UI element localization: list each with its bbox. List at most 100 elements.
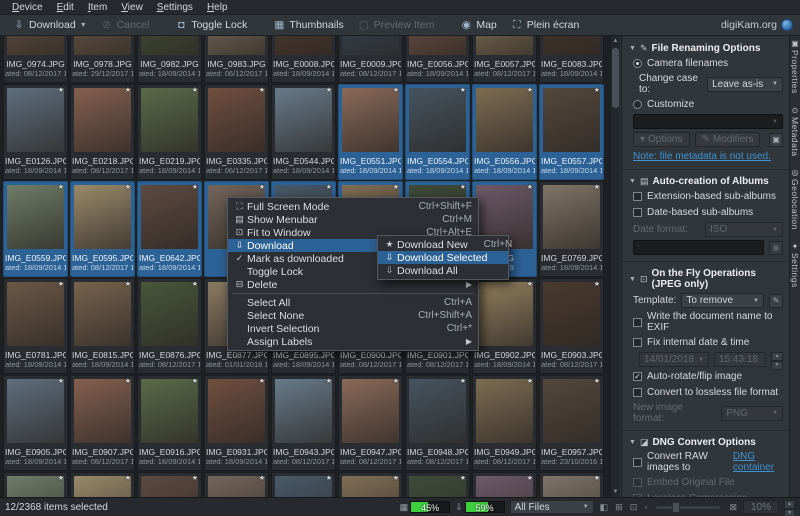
thumbnail-cell[interactable]: ★IMG_E0551.JPGated: 18/09/2014 15: [338, 84, 403, 180]
toolbar-toggle-lock-button[interactable]: ◘Toggle Lock: [169, 17, 253, 33]
thumbnail-cell[interactable]: ★IMG_E0557.JPGated: 18/09/2014 15: [539, 84, 604, 180]
radio-icon[interactable]: [633, 59, 642, 68]
thumbnail-cell[interactable]: ★IMG_0983.JPGated: 06/12/2017 18: [204, 36, 269, 83]
file-filter-select[interactable]: All Files ▼: [510, 500, 594, 514]
section-file-renaming[interactable]: ▼ ✎ File Renaming Options: [629, 43, 783, 54]
thumbnail-size-slider[interactable]: [656, 506, 720, 509]
menu-item-invert-selection[interactable]: Invert SelectionCtrl+*: [228, 322, 478, 335]
date-format-input[interactable]: [633, 240, 764, 255]
menu-item-show-menubar[interactable]: ▤Show MenubarCtrl+M: [228, 213, 478, 226]
thumbnail-cell[interactable]: ★IMG_E0083.JPGated: 18/09/2014 15: [539, 36, 604, 83]
thumbnail-cell[interactable]: ★IMG_E0218.JPGated: 08/12/2017 18: [70, 84, 135, 180]
thumbnail-cell[interactable]: ★: [338, 472, 403, 497]
menubar-item-view[interactable]: View: [115, 1, 149, 14]
toolbar-download-button[interactable]: ⇩Download▼: [7, 17, 93, 33]
thumbnail-cell[interactable]: ★IMG_E0769.JPGated: 18/09/2014 15: [539, 181, 604, 277]
slider-thumb[interactable]: [672, 502, 680, 513]
thumbnail-cell[interactable]: ★IMG_E0931.JPGated: 18/09/2014 15: [204, 375, 269, 471]
thumbnail-cell[interactable]: ★IMG_E0903.JPGated: 08/12/2017 18: [539, 278, 604, 374]
grid-scrollbar[interactable]: ▲ ▼: [610, 36, 620, 497]
thumbnail-cell[interactable]: ★IMG_E0057.JPGated: 08/12/2017 18: [472, 36, 537, 83]
menu-item-full-screen-mode[interactable]: ⛶Full Screen ModeCtrl+Shift+F: [228, 200, 478, 213]
section-auto-albums[interactable]: ▼ ▤ Auto-creation of Albums: [629, 176, 783, 187]
thumbnail-cell[interactable]: ★IMG_E0056.JPGated: 18/09/2014 15: [405, 36, 470, 83]
checkbox-icon[interactable]: [633, 318, 642, 327]
zoom-fit-icon[interactable]: ◧: [599, 502, 610, 513]
thumbnail-cell[interactable]: ★IMG_E0126.JPGated: 18/09/2014 15: [3, 84, 68, 180]
thumbnail-cell[interactable]: ★IMG_E0949.JPGated: 08/12/2017 18: [472, 375, 537, 471]
ext-subalbums-row[interactable]: Extension-based sub-albums: [633, 190, 783, 203]
checkbox-icon[interactable]: [633, 208, 642, 217]
metadata-note-link[interactable]: Note: file metadata is not used.: [633, 151, 771, 162]
spin-up-icon[interactable]: ▲: [784, 500, 795, 509]
radio-icon[interactable]: [633, 100, 642, 109]
thumbnail-cell[interactable]: ★IMG_E0008.JPGated: 18/09/2014 15: [271, 36, 336, 83]
rename-help-button[interactable]: ▣: [769, 133, 783, 147]
tab-properties[interactable]: ▣Properties: [790, 39, 800, 94]
date-subalbums-row[interactable]: Date-based sub-albums: [633, 206, 783, 219]
menubar-item-edit[interactable]: Edit: [51, 1, 80, 14]
menu-item-assign-labels[interactable]: Assign Labels▶: [228, 335, 478, 348]
new-format-select[interactable]: PNG ▼: [721, 406, 783, 421]
thumbnail-cell[interactable]: ★: [271, 472, 336, 497]
rename-pattern-input[interactable]: ▼: [633, 114, 783, 129]
menu-item-download-new[interactable]: ★Download NewCtrl+N: [378, 238, 508, 251]
thumbnail-cell[interactable]: ★IMG_E0009.JPGated: 08/12/2017 18: [338, 36, 403, 83]
menu-item-download-selected[interactable]: ⇩Download Selected: [378, 251, 508, 264]
spin-down-icon[interactable]: ▼: [784, 509, 795, 516]
thumbnail-cell[interactable]: ★IMG_E0595.JPGated: 08/12/2017 18: [70, 181, 135, 277]
autorotate-row[interactable]: ✓ Auto-rotate/flip image: [633, 370, 783, 383]
thumbnail-cell[interactable]: ★: [70, 472, 135, 497]
thumbnail-cell[interactable]: ★IMG_E0815.JPGated: 18/09/2014 15: [70, 278, 135, 374]
zoom-select-icon[interactable]: ⊠: [728, 502, 738, 513]
time-spinner[interactable]: 15:43:18: [714, 352, 766, 367]
template-select[interactable]: To remove ▼: [681, 293, 764, 308]
thumbnail-cell[interactable]: ★IMG_E0642.JPGated: 18/09/2014 15: [137, 181, 202, 277]
thumbnail-cell[interactable]: ★IMG_E0905.JPGated: 18/09/2014 15: [3, 375, 68, 471]
date-format-select[interactable]: ISO ▼: [705, 222, 783, 237]
customize-radio-row[interactable]: Customize: [633, 98, 783, 111]
date-format-help-button[interactable]: ▣: [769, 241, 783, 255]
thumbnail-cell[interactable]: ★IMG_E0554.JPGated: 18/09/2014 15: [405, 84, 470, 180]
spin-down-icon[interactable]: ▼: [771, 361, 783, 370]
menubar-item-help[interactable]: Help: [201, 1, 234, 14]
checkbox-icon[interactable]: [633, 458, 642, 467]
tab-geolocation[interactable]: ◎Geolocation: [790, 168, 800, 230]
thumbnail-cell[interactable]: ★: [204, 472, 269, 497]
options-button[interactable]: ▾ Options: [633, 132, 690, 147]
template-edit-button[interactable]: ✎: [769, 294, 783, 308]
scroll-down-icon[interactable]: ▼: [611, 487, 620, 497]
menubar-item-device[interactable]: Device: [6, 1, 49, 14]
menu-item-select-all[interactable]: Select AllCtrl+A: [228, 296, 478, 309]
toolbar-plein-cran-button[interactable]: ⛶Plein écran: [505, 17, 586, 33]
menu-item-select-none[interactable]: Select NoneCtrl+Shift+A: [228, 309, 478, 322]
camera-filenames-radio-row[interactable]: Camera filenames: [633, 57, 783, 70]
thumbnail-cell[interactable]: ★IMG_0982.JPGated: 18/09/2014 15: [137, 36, 202, 83]
checkbox-icon[interactable]: [633, 478, 642, 487]
exif-docname-row[interactable]: Write the document name to EXIF: [633, 311, 783, 333]
thumbnail-cell[interactable]: ★IMG_E0902.JPGated: 18/09/2014 15: [472, 278, 537, 374]
thumbnail-cell[interactable]: ★IMG_0978.JPGated: 29/12/2017 19: [70, 36, 135, 83]
thumbnail-cell[interactable]: ★: [539, 472, 604, 497]
toolbar-thumbnails-button[interactable]: ▦Thumbnails: [267, 17, 349, 33]
scroll-up-icon[interactable]: ▲: [611, 36, 620, 46]
dng-container-link[interactable]: DNG container: [733, 451, 783, 473]
thumbnail-cell[interactable]: ★IMG_E0916.JPGated: 18/09/2014 15: [137, 375, 202, 471]
section-otf[interactable]: ▼ ⊡ On the Fly Operations (JPEG only): [629, 268, 783, 290]
thumbnail-cell[interactable]: ★IMG_E0907.JPGated: 08/12/2017 18: [70, 375, 135, 471]
date-picker[interactable]: 14/01/2018 ▼: [639, 352, 709, 367]
thumbnail-cell[interactable]: ★IMG_E0943.JPGated: 08/12/2017 18: [271, 375, 336, 471]
zoom-spin-buttons[interactable]: ▲▼: [784, 500, 795, 514]
thumbnail-cell[interactable]: ★IMG_E0544.JPGated: 18/09/2014 15: [271, 84, 336, 180]
menubar-item-item[interactable]: Item: [82, 1, 113, 14]
thumbnail-cell[interactable]: ★IMG_E0947.JPGated: 08/12/2017 18: [338, 375, 403, 471]
lossless-convert-row[interactable]: Convert to lossless file format: [633, 386, 783, 399]
menubar-item-settings[interactable]: Settings: [151, 1, 199, 14]
time-spin-buttons[interactable]: ▲▼: [771, 352, 783, 367]
thumbnail-cell[interactable]: ★IMG_E0781.JPGated: 18/09/2014 15: [3, 278, 68, 374]
convert-raw-row[interactable]: Convert RAW images to DNG container: [633, 451, 783, 473]
zoom-out-icon[interactable]: ⊡: [629, 502, 639, 513]
zoom-in-icon[interactable]: ▫: [643, 502, 648, 512]
tab-settings[interactable]: ✦Settings: [790, 242, 800, 288]
checkbox-icon[interactable]: [633, 388, 642, 397]
